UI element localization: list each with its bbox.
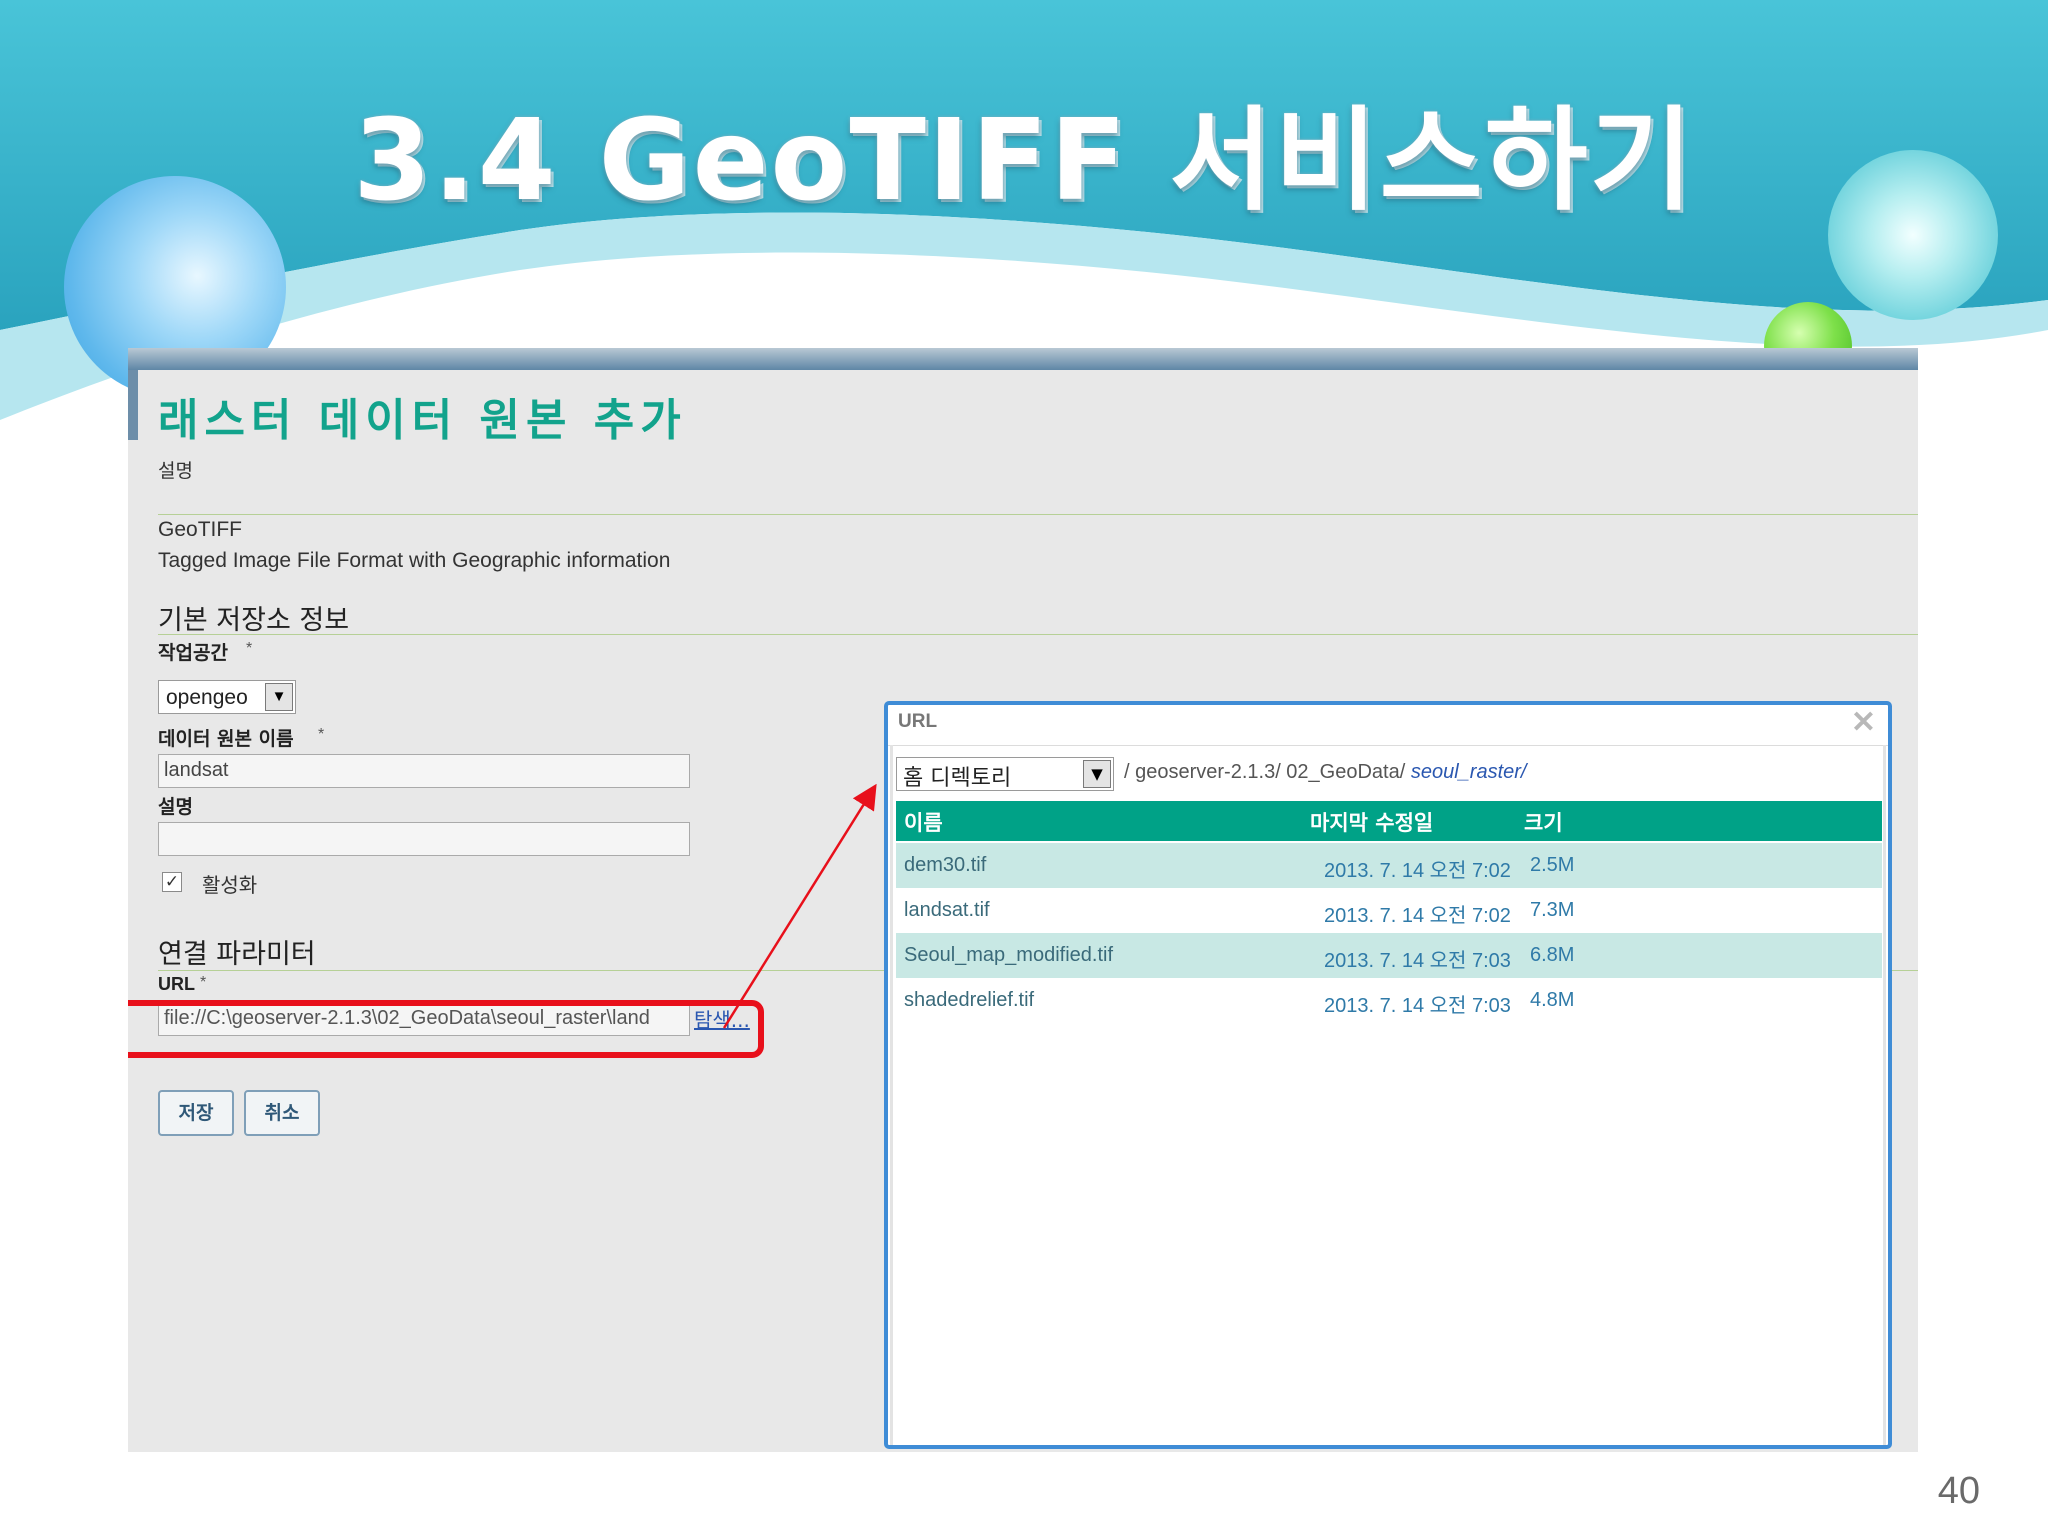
section-title-basic-info: 기본 저장소 정보 — [158, 605, 350, 636]
file-modified: 2013. 7. 14 오전 7:02 — [1324, 860, 1511, 882]
root-directory-select[interactable]: 홈 디렉토리 ▼ — [896, 757, 1114, 791]
file-name[interactable]: dem30.tif — [904, 854, 986, 877]
breadcrumb-path[interactable]: / geoserver-2.1.3/ 02_GeoData/ — [1124, 761, 1405, 783]
workspace-select[interactable]: opengeo ▼ — [158, 680, 296, 714]
workspace-select-value: opengeo — [166, 686, 248, 709]
required-mark: * — [200, 974, 207, 991]
file-modified: 2013. 7. 14 오전 7:03 — [1324, 950, 1511, 972]
file-size: 4.8M — [1530, 989, 1575, 1011]
breadcrumb-current: seoul_raster/ — [1410, 761, 1527, 783]
geoserver-form-panel: 래스터 데이터 원본 추가 설명 GeoTIFF Tagged Image Fi… — [128, 348, 1918, 1452]
file-size: 2.5M — [1530, 854, 1575, 876]
required-mark: * — [246, 640, 253, 657]
enabled-label: 활성화 — [202, 873, 258, 897]
panel-left-accent — [128, 370, 138, 440]
highlight-annotation — [128, 1000, 764, 1058]
divider — [158, 634, 1918, 635]
dialog-frame — [890, 745, 893, 1445]
dialog-divider — [888, 745, 1888, 746]
file-size: 6.8M — [1530, 944, 1575, 966]
file-name[interactable]: landsat.tif — [904, 899, 990, 922]
file-modified: 2013. 7. 14 오전 7:03 — [1324, 995, 1511, 1017]
section-title-connection: 연결 파라미터 — [158, 939, 316, 970]
required-mark: * — [318, 726, 325, 743]
source-type-description: Tagged Image File Format with Geographic… — [158, 549, 671, 572]
dialog-title: URL — [898, 711, 938, 732]
table-row[interactable]: landsat.tif 2013. 7. 14 오전 7:02 7.3M — [896, 888, 1882, 933]
table-row[interactable]: shadedrelief.tif 2013. 7. 14 오전 7:03 4.8… — [896, 978, 1882, 1023]
cancel-button[interactable]: 취소 — [244, 1090, 320, 1136]
column-header-name[interactable]: 이름 — [904, 807, 943, 837]
description-field-label: 설명 — [158, 796, 193, 818]
datasource-name-input[interactable]: landsat — [158, 754, 690, 788]
file-size: 7.3M — [1530, 899, 1575, 921]
url-chooser-dialog: URL ✕ 홈 디렉토리 ▼ / geoserver-2.1.3/ 02_Geo… — [884, 701, 1892, 1449]
enabled-checkbox[interactable]: ✓ — [162, 872, 182, 892]
datasource-name-label: 데이터 원본 이름 — [158, 728, 294, 750]
dialog-frame — [1883, 745, 1886, 1445]
close-icon[interactable]: ✕ — [1851, 705, 1876, 740]
file-name[interactable]: shadedrelief.tif — [904, 989, 1034, 1012]
divider — [158, 514, 1918, 515]
save-button[interactable]: 저장 — [158, 1090, 234, 1136]
slide-title: 3.4 GeoTIFF 서비스하기 — [353, 96, 1695, 226]
column-header-modified[interactable]: 마지막 수정일 — [1310, 807, 1433, 837]
table-row[interactable]: dem30.tif 2013. 7. 14 오전 7:02 2.5M — [896, 843, 1882, 888]
description-input[interactable] — [158, 822, 690, 856]
file-modified: 2013. 7. 14 오전 7:02 — [1324, 905, 1511, 927]
description-label: 설명 — [158, 460, 193, 482]
chevron-down-icon[interactable]: ▼ — [265, 683, 293, 711]
column-header-size[interactable]: 크기 — [1524, 807, 1563, 837]
panel-top-bar — [128, 348, 1918, 370]
workspace-label: 작업공간 — [158, 642, 228, 664]
root-directory-value: 홈 디렉토리 — [903, 766, 1012, 791]
page-title: 래스터 데이터 원본 추가 — [158, 395, 687, 446]
file-table-header: 이름 마지막 수정일 크기 — [896, 801, 1882, 841]
file-name[interactable]: Seoul_map_modified.tif — [904, 944, 1113, 967]
source-type: GeoTIFF — [158, 518, 243, 541]
table-row[interactable]: Seoul_map_modified.tif 2013. 7. 14 오전 7:… — [896, 933, 1882, 978]
url-label: URL — [158, 974, 195, 994]
breadcrumb: / geoserver-2.1.3/ 02_GeoData/ seoul_ras… — [1124, 761, 1526, 784]
chevron-down-icon[interactable]: ▼ — [1083, 760, 1111, 788]
page-number: 40 — [1937, 1470, 1980, 1512]
